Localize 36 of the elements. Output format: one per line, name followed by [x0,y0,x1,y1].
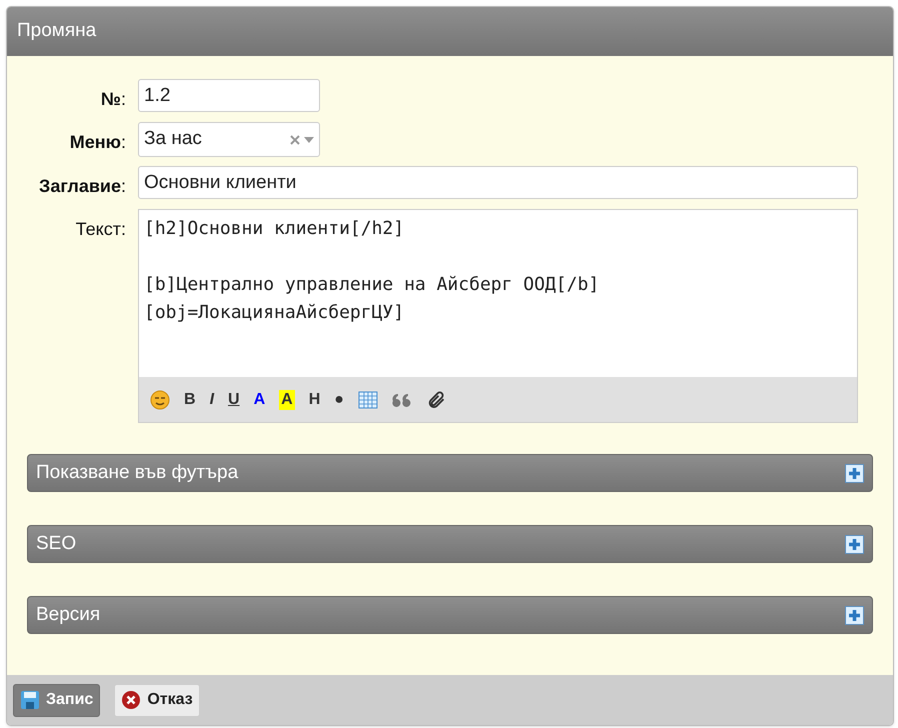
field-label: Меню: [70,132,126,152]
expand-icon[interactable] [845,534,864,554]
section-title: Показване във футъра [36,460,240,485]
editor-text-line: [b]Централно управление на Айсберг ООД[/b] [144,273,600,297]
smiley-icon[interactable] [150,390,170,410]
title-field[interactable]: Основни клиенти [138,166,858,199]
field-label: Текст: [76,219,126,239]
expand-icon[interactable] [845,464,864,482]
collapsible-section-header[interactable]: Показване във футъра [27,454,873,492]
italic-button[interactable]: I [210,390,214,410]
text-editor[interactable]: [h2]Основни клиенти[/h2] [b]Централно управление на Айсберг ООД[/b] [obj=ЛокациянаАйсбергЦУ] B I U A A H ● [138,209,858,423]
underline-button[interactable]: U [228,390,240,410]
window-title: Промяна [17,19,96,44]
menu-select[interactable]: За нас [138,122,320,157]
bullet-list-button[interactable]: ● [334,390,344,410]
section-title: Версия [36,602,102,627]
heading-button[interactable]: H [308,390,320,410]
field-label: Заглавие: [39,176,126,196]
clear-icon[interactable] [290,134,300,144]
collapsible-section-header[interactable]: SEO [27,525,873,563]
highlight-button[interactable]: A [279,390,295,410]
quote-icon[interactable] [392,392,412,406]
font-color-button[interactable]: A [254,390,266,410]
expand-icon[interactable] [845,606,864,624]
collapsible-section-header[interactable]: Версия [27,596,873,634]
field-label: №: [100,89,126,109]
close-icon [121,690,142,710]
bold-button[interactable]: B [184,390,196,410]
number-field[interactable]: 1.2 [138,79,320,112]
cancel-button[interactable]: Отказ [114,684,200,716]
table-icon[interactable] [358,390,378,408]
save-button[interactable]: Запис [13,684,100,716]
dropdown-caret-icon[interactable] [304,136,314,142]
section-title: SEO [36,532,78,556]
editor-text-line: [obj=ЛокациянаАйсбергЦУ] [144,301,406,325]
editor-text-line: [h2]Основни клиенти[/h2] [144,217,406,241]
